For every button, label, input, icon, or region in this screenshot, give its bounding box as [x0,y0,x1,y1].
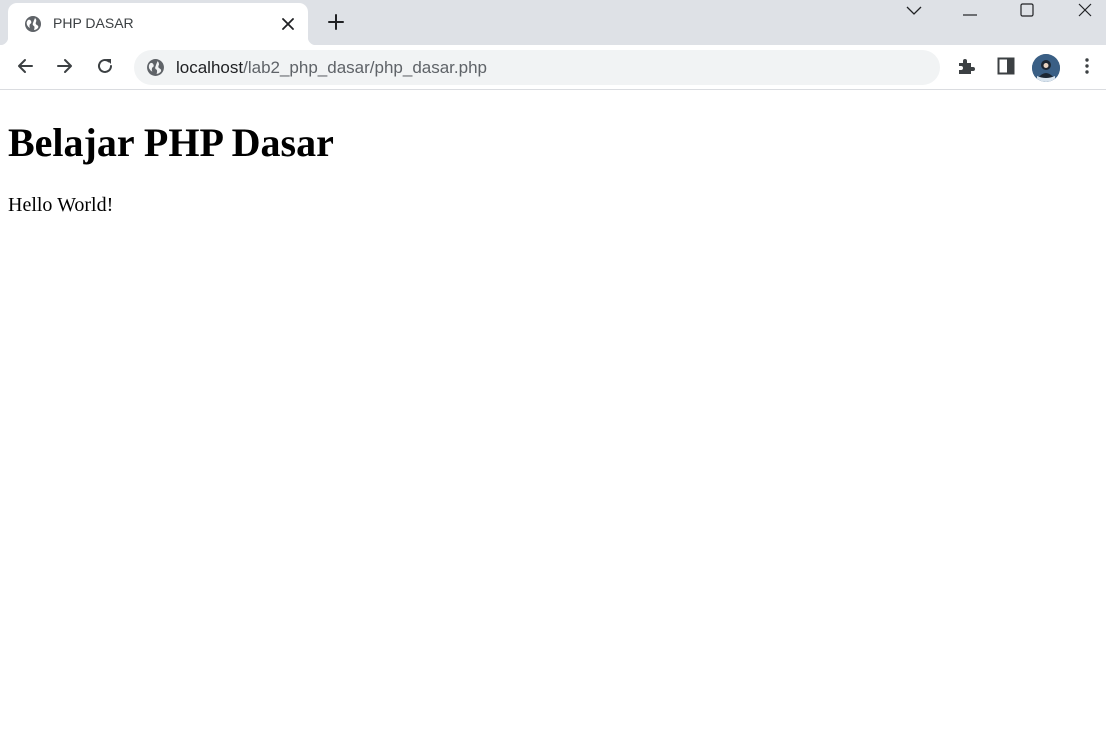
page-heading: Belajar PHP Dasar [8,120,334,165]
side-panel-button[interactable] [991,53,1021,83]
profile-button[interactable] [1031,53,1061,83]
maximize-icon [1020,2,1034,22]
extensions-button[interactable] [951,53,981,83]
arrow-left-icon [16,57,34,80]
tab-title: PHP DASAR [53,15,134,31]
new-tab-button[interactable] [322,10,350,38]
address-bar[interactable]: localhost/lab2_php_dasar/php_dasar.php [134,50,940,85]
side-panel-icon [997,57,1015,80]
globe-icon [24,15,42,33]
tab-strip: PHP DASAR [0,0,1106,45]
more-vert-icon [1085,57,1089,79]
puzzle-icon [956,56,976,81]
avatar [1032,54,1060,82]
page-content: Belajar PHP Dasar Hello World! [0,91,1106,736]
url-host: localhost [176,58,244,77]
close-window-button[interactable] [1062,0,1106,24]
minimize-icon [963,3,977,21]
browser-toolbar: localhost/lab2_php_dasar/php_dasar.php [0,45,1106,90]
globe-icon[interactable] [146,58,165,77]
page-text: Hello World! [8,194,114,216]
forward-button[interactable] [50,53,80,83]
minimize-button[interactable] [947,0,993,24]
arrow-right-icon [56,57,74,80]
plus-icon [328,13,344,35]
url-path: /lab2_php_dasar/php_dasar.php [243,58,487,77]
reload-icon [96,57,114,80]
back-button[interactable] [10,53,40,83]
tab-search-button[interactable] [891,0,937,24]
reload-button[interactable] [90,53,120,83]
menu-button[interactable] [1072,53,1102,83]
close-tab-icon[interactable] [278,14,298,34]
url-text[interactable]: localhost/lab2_php_dasar/php_dasar.php [176,58,487,78]
chevron-down-icon [906,3,922,21]
browser-tab[interactable]: PHP DASAR [0,3,316,45]
maximize-button[interactable] [1004,0,1050,24]
close-icon [1078,3,1092,22]
